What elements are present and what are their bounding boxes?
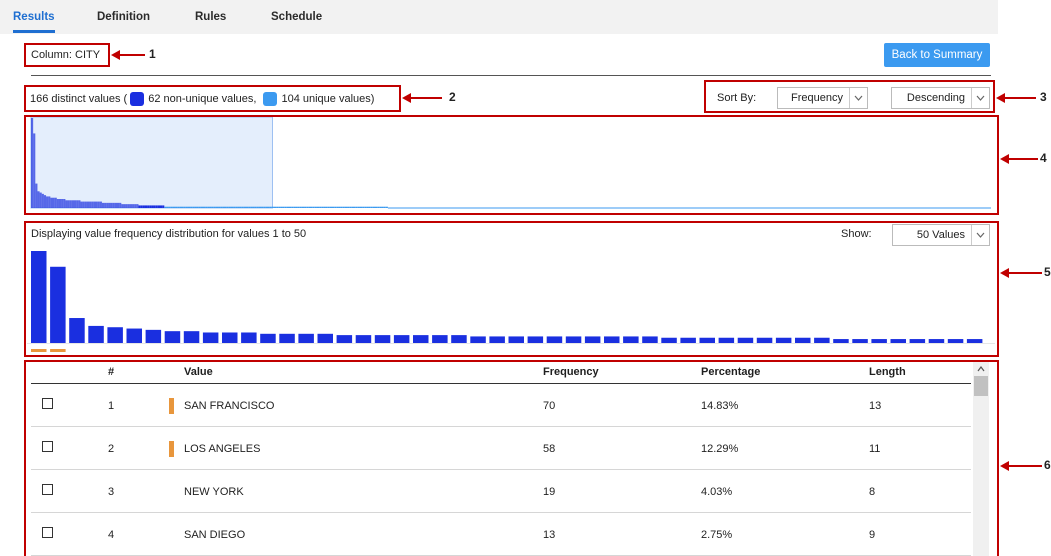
annotation-box-2	[24, 85, 401, 112]
callout-line-4	[1008, 158, 1038, 160]
callout-line-2	[410, 97, 442, 99]
tab-bar: Results Definition Rules Schedule	[0, 0, 998, 34]
callout-number-3: 3	[1040, 90, 1047, 104]
tab-definition[interactable]: Definition	[97, 11, 150, 23]
callout-number-1: 1	[149, 47, 156, 61]
arrow-left-icon	[1000, 268, 1009, 278]
tab-rules[interactable]: Rules	[195, 11, 226, 23]
callout-line-1	[119, 54, 145, 56]
callout-line-3	[1004, 97, 1036, 99]
arrow-left-icon	[996, 93, 1005, 103]
callout-number-5: 5	[1044, 265, 1051, 279]
tab-schedule[interactable]: Schedule	[271, 11, 322, 23]
annotation-box-1	[24, 43, 110, 67]
header-divider	[31, 75, 991, 76]
annotation-box-6	[24, 360, 999, 556]
active-tab-indicator	[13, 30, 55, 33]
arrow-left-icon	[111, 50, 120, 60]
callout-number-2: 2	[449, 90, 456, 104]
callout-line-6	[1008, 465, 1042, 467]
callout-number-6: 6	[1044, 458, 1051, 472]
arrow-left-icon	[1000, 461, 1009, 471]
callout-number-4: 4	[1040, 151, 1047, 165]
annotation-box-3	[704, 80, 995, 113]
annotation-box-4	[24, 115, 999, 215]
annotation-box-5	[24, 221, 999, 357]
arrow-left-icon	[1000, 154, 1009, 164]
back-to-summary-button[interactable]: Back to Summary	[884, 43, 990, 67]
callout-line-5	[1008, 272, 1042, 274]
arrow-left-icon	[402, 93, 411, 103]
tab-results[interactable]: Results	[13, 11, 55, 23]
